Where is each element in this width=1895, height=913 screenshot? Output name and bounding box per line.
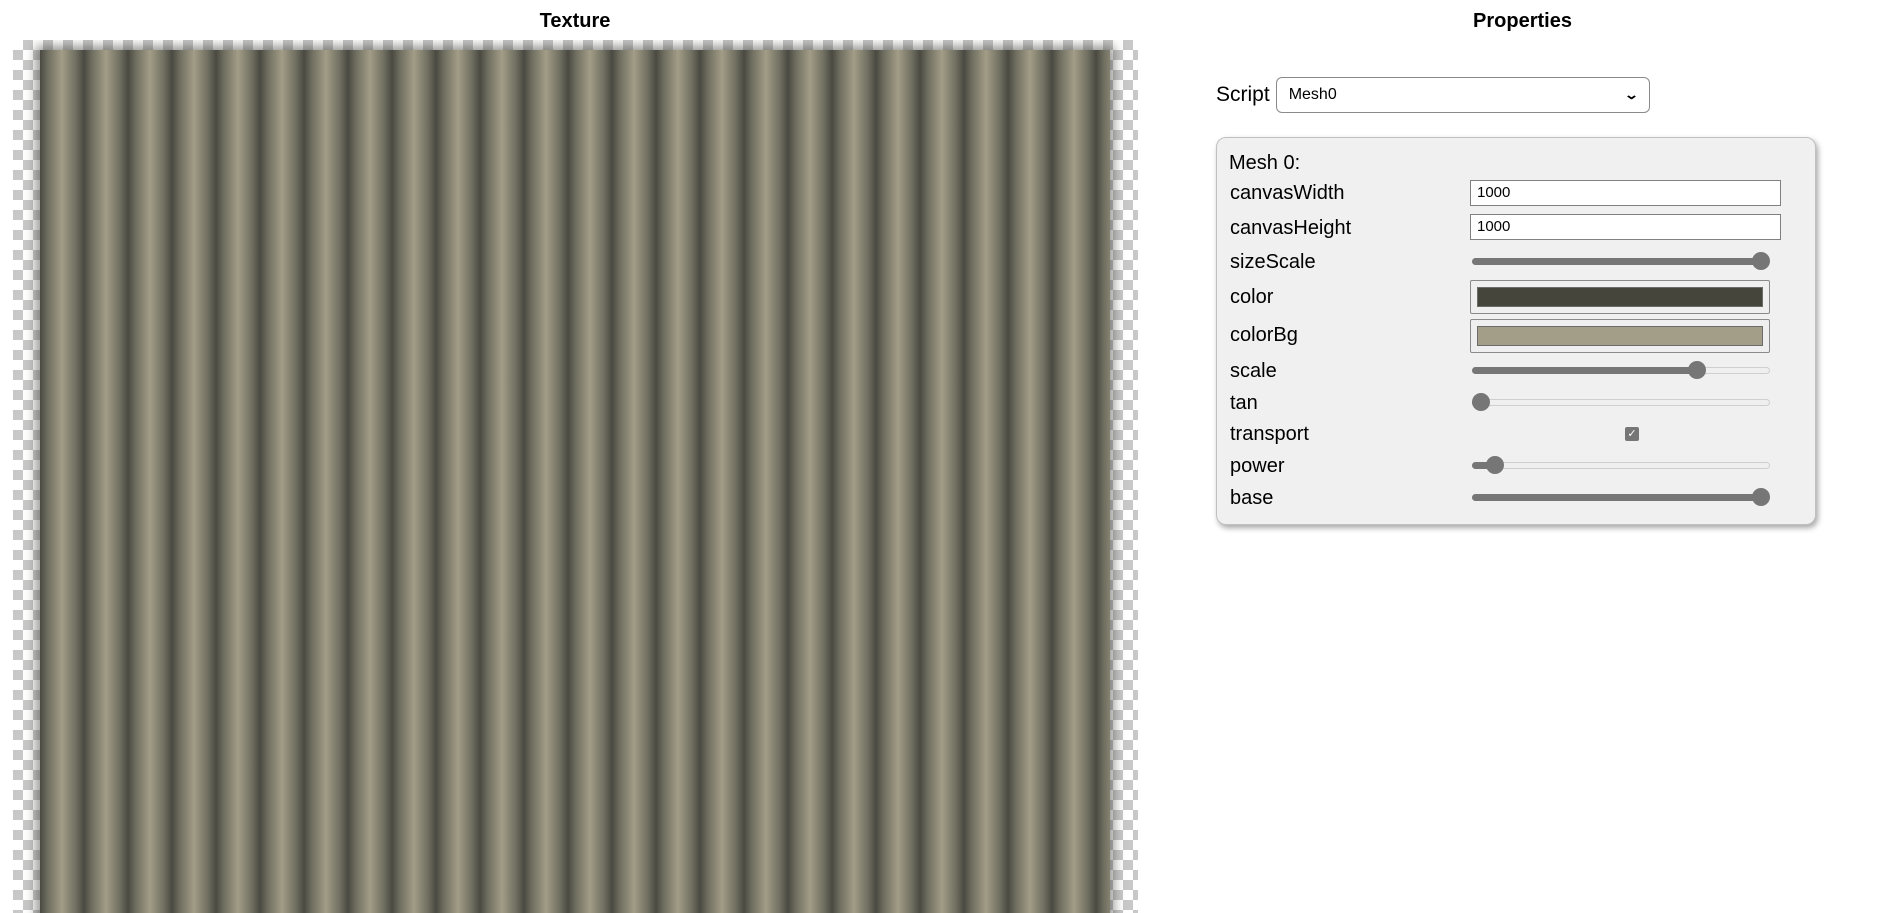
slider-thumb[interactable] [1472, 393, 1490, 411]
size-scale-label: sizeScale [1230, 251, 1316, 273]
slider-thumb[interactable] [1752, 488, 1770, 506]
prop-row-size-scale: sizeScale [1230, 251, 1790, 273]
color-bg-label: colorBg [1230, 324, 1298, 346]
color-bg-swatch-fill [1477, 326, 1763, 346]
mesh-properties-panel: Mesh 0: canvasWidth 1000 canvasHeight 10… [1216, 137, 1816, 525]
transport-label: transport [1230, 423, 1309, 445]
script-select[interactable]: Mesh0 ⌄ [1275, 77, 1650, 113]
texture-viewport [13, 40, 1138, 913]
texture-canvas [40, 50, 1110, 913]
power-slider[interactable] [1470, 456, 1772, 474]
canvas-width-label: canvasWidth [1230, 182, 1345, 204]
script-label: Script [1216, 83, 1270, 106]
script-row: Script Mesh0 ⌄ [1216, 77, 1650, 113]
prop-row-scale: scale [1230, 360, 1790, 382]
canvas-height-input[interactable]: 1000 [1470, 214, 1781, 240]
tan-label: tan [1230, 392, 1258, 414]
prop-row-tan: tan [1230, 392, 1790, 414]
prop-row-base: base [1230, 487, 1790, 509]
prop-row-power: power [1230, 455, 1790, 477]
texture-title: Texture [539, 10, 611, 32]
properties-title: Properties [1473, 10, 1572, 32]
canvas-height-label: canvasHeight [1230, 217, 1352, 239]
slider-thumb[interactable] [1752, 252, 1770, 270]
transport-checkbox[interactable]: ✓ [1625, 427, 1639, 441]
slider-thumb[interactable] [1687, 361, 1706, 379]
slider-thumb[interactable] [1486, 456, 1504, 474]
scale-slider[interactable] [1470, 361, 1772, 379]
color-bg-picker[interactable] [1470, 319, 1770, 353]
chevron-down-icon: ⌄ [1623, 87, 1639, 102]
size-scale-slider[interactable] [1470, 252, 1772, 270]
color-swatch-fill [1477, 287, 1763, 307]
canvas-width-input[interactable]: 1000 [1470, 180, 1781, 206]
power-label: power [1230, 455, 1285, 477]
mesh-title: Mesh 0: [1229, 152, 1301, 174]
color-label: color [1230, 286, 1274, 308]
color-picker[interactable] [1470, 280, 1770, 314]
scale-label: scale [1230, 360, 1277, 382]
script-select-value: Mesh0 [1288, 86, 1337, 103]
base-label: base [1230, 487, 1274, 509]
checkmark-icon: ✓ [1625, 427, 1639, 441]
tan-slider[interactable] [1470, 393, 1772, 411]
base-slider[interactable] [1470, 488, 1772, 506]
